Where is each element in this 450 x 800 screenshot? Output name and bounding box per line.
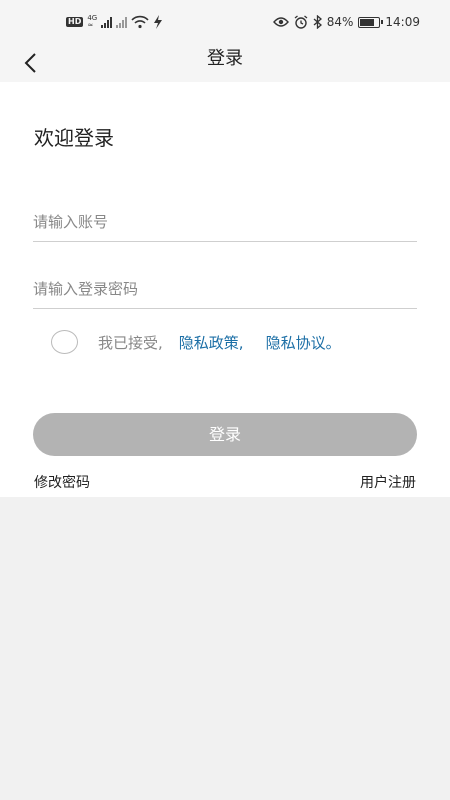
password-input[interactable]	[33, 269, 417, 309]
wifi-icon	[131, 15, 149, 29]
hd-icon: HD	[66, 17, 84, 27]
privacy-agreement-link[interactable]: 隐私协议。	[266, 332, 341, 353]
network-type-label: 4G ≈	[87, 15, 97, 29]
nav-header: 登录	[0, 44, 450, 82]
network-type-bottom: ≈	[87, 21, 94, 29]
privacy-policy-link[interactable]: 隐私政策,	[179, 332, 244, 353]
agreement-row: 我已接受, 隐私政策, 隐私协议。	[51, 330, 341, 354]
agree-text: 我已接受,	[98, 333, 163, 352]
signal-2-icon	[116, 16, 128, 28]
login-button[interactable]: 登录	[33, 413, 417, 456]
chevron-left-icon	[24, 53, 36, 73]
status-bar: HD 4G ≈ 84% 14:09	[0, 0, 450, 44]
register-link[interactable]: 用户注册	[360, 472, 416, 492]
change-password-link[interactable]: 修改密码	[34, 472, 90, 492]
account-input[interactable]	[33, 202, 417, 242]
back-button[interactable]	[18, 50, 42, 76]
agree-checkbox[interactable]	[51, 330, 78, 354]
charging-bolt-icon	[154, 15, 163, 29]
eye-icon	[272, 17, 289, 27]
welcome-heading: 欢迎登录	[34, 126, 114, 150]
status-left: HD 4G ≈	[66, 14, 163, 30]
signal-icon	[101, 16, 113, 28]
bluetooth-icon	[313, 15, 322, 29]
login-card: 欢迎登录 我已接受, 隐私政策, 隐私协议。 登录 修改密码 用户注册	[0, 82, 450, 497]
battery-fill	[360, 18, 375, 26]
battery-percent: 84%	[326, 15, 354, 29]
page-title: 登录	[207, 48, 243, 69]
status-right: 84% 14:09	[272, 14, 420, 30]
battery-icon	[358, 16, 384, 28]
alarm-icon	[294, 15, 308, 29]
clock: 14:09	[385, 15, 420, 29]
